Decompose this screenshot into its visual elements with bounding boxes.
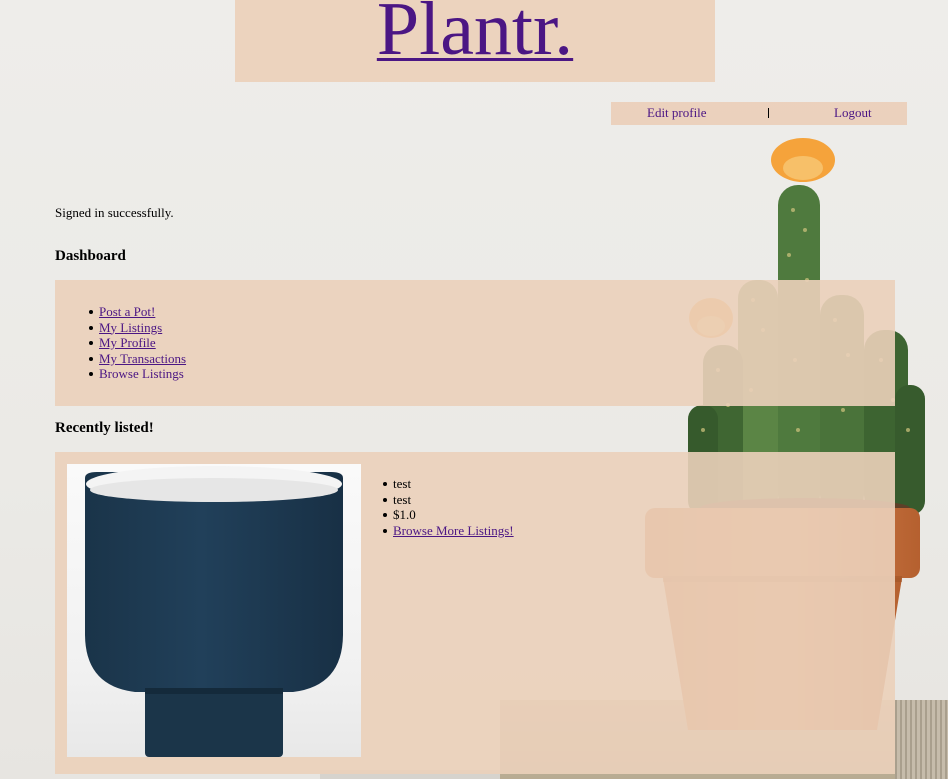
brand-logo-link[interactable]: Plantr.: [377, 0, 573, 67]
listing-price: $1.0: [383, 507, 514, 523]
my-listings-link[interactable]: My Listings: [99, 320, 162, 335]
listing-name: test: [383, 476, 514, 492]
edit-profile-link[interactable]: Edit profile: [647, 105, 707, 121]
dashboard-links: Post a Pot! My Listings My Profile My Tr…: [88, 304, 186, 382]
dashboard-panel: Post a Pot! My Listings My Profile My Tr…: [55, 280, 895, 406]
dashboard-heading: Dashboard: [55, 248, 126, 264]
list-item: My Transactions: [88, 351, 186, 367]
blue-planter-pot-image: [85, 466, 343, 757]
nav-separator: [768, 108, 769, 118]
post-a-pot-link[interactable]: Post a Pot!: [99, 304, 155, 319]
browse-more-listings-link[interactable]: Browse More Listings!: [393, 523, 514, 538]
recently-listed-heading: Recently listed!: [55, 420, 154, 436]
listing-image[interactable]: [67, 464, 361, 757]
listing-details: test test $1.0 Browse More Listings!: [383, 476, 514, 539]
list-item: My Profile: [88, 335, 186, 351]
flash-notice: Signed in successfully.: [55, 205, 174, 220]
list-item: My Listings: [88, 320, 186, 336]
user-nav: Edit profile Logout: [611, 102, 907, 125]
listing-description: test: [383, 492, 514, 508]
list-item: Browse More Listings!: [383, 523, 514, 539]
my-transactions-link[interactable]: My Transactions: [99, 351, 186, 366]
list-item: Post a Pot!: [88, 304, 186, 320]
list-item: Browse Listings: [88, 366, 186, 382]
site-header: Plantr.: [235, 0, 715, 82]
logout-link[interactable]: Logout: [834, 105, 872, 121]
recent-listing-panel: test test $1.0 Browse More Listings!: [55, 452, 895, 774]
my-profile-link[interactable]: My Profile: [99, 335, 156, 350]
browse-listings-link[interactable]: Browse Listings: [99, 366, 184, 381]
